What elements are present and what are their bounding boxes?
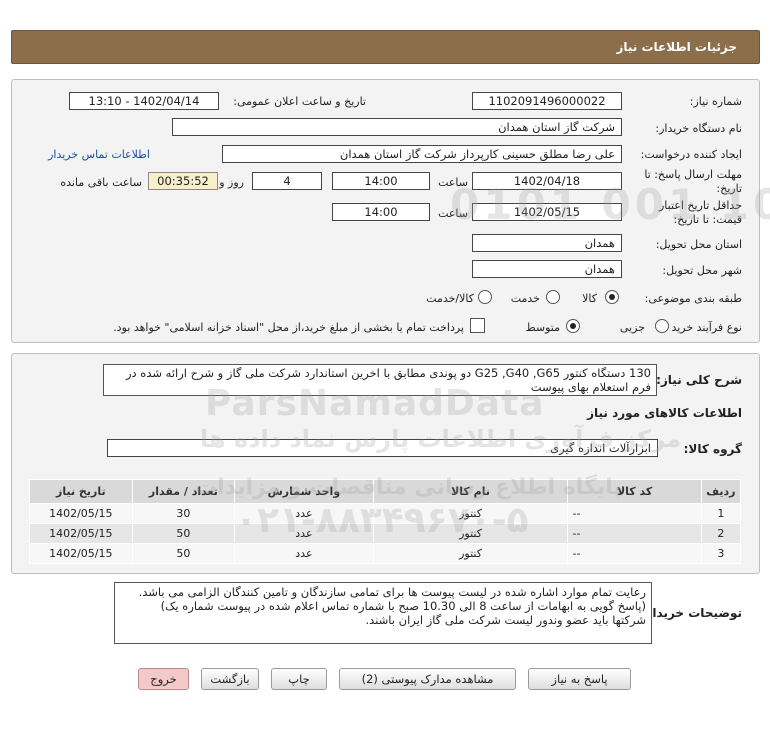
process-label: نوع فرآیند خرید : bbox=[664, 321, 742, 334]
category-label: طبقه بندی موضوعی: bbox=[644, 292, 742, 305]
validity-time-field: 14:00 bbox=[332, 203, 430, 221]
page-title: جزئیات اطلاعات نیاز bbox=[616, 40, 737, 54]
summary-text: 130 دستگاه کنتور G25 ,G40 ,G65 دو پوندی … bbox=[125, 366, 651, 394]
cell-row: 2 bbox=[700, 523, 742, 544]
goods-table-header: ردیف کد کالا نام کالا واحد شمارش تعداد /… bbox=[29, 479, 742, 504]
validity-label-1: حداقل تاریخ اعتبار bbox=[658, 199, 742, 212]
buyer-notes-line2: شرکتها باید عضو وندور لیست شرکت ملی گاز … bbox=[365, 613, 647, 627]
summary-box: 130 دستگاه کنتور G25 ,G40 ,G65 دو پوندی … bbox=[103, 364, 657, 396]
deadline-time-field: 14:00 bbox=[332, 172, 430, 190]
cell-date: 1402/05/15 bbox=[29, 543, 133, 564]
cell-unit: عدد bbox=[234, 503, 374, 524]
cell-name: کنتور bbox=[372, 523, 569, 544]
summary-label: شرح کلی نیاز: bbox=[656, 373, 742, 387]
process-medium-label: متوسط bbox=[525, 321, 560, 334]
city-label: شهر محل تحویل: bbox=[662, 264, 742, 277]
cell-quantity: 50 bbox=[131, 523, 236, 544]
reply-button[interactable]: پاسخ به نیاز bbox=[528, 668, 631, 690]
creator-field: علی رضا مطلق حسینی کارپرداز شرکت گاز است… bbox=[222, 145, 622, 163]
cell-code: -- bbox=[567, 503, 702, 524]
col-name: نام کالا bbox=[372, 479, 569, 504]
page-header: جزئیات اطلاعات نیاز bbox=[11, 30, 760, 64]
cell-date: 1402/05/15 bbox=[29, 503, 133, 524]
buyer-notes-box: رعایت تمام موارد اشاره شده در لیست پیوست… bbox=[114, 582, 652, 644]
table-row: 1 -- کنتور عدد 30 1402/05/15 bbox=[29, 503, 742, 524]
goods-table: ردیف کد کالا نام کالا واحد شمارش تعداد /… bbox=[29, 479, 742, 564]
col-date: تاریخ نیاز bbox=[29, 479, 133, 504]
category-service-label: خدمت bbox=[510, 292, 540, 305]
process-minor-label: جزیی bbox=[619, 321, 645, 334]
buyer-org-label: نام دستگاه خریدار: bbox=[655, 122, 742, 135]
treasury-payment-checkbox[interactable] bbox=[470, 318, 485, 333]
goods-section-title: اطلاعات کالاهای مورد نیاز bbox=[587, 406, 742, 420]
cell-row: 3 bbox=[700, 543, 742, 564]
deadline-date-field: 1402/04/18 bbox=[472, 172, 622, 190]
cell-code: -- bbox=[567, 523, 702, 544]
buyer-notes-line1: رعایت تمام موارد اشاره شده در لیست پیوست… bbox=[138, 585, 646, 613]
col-unit: واحد شمارش bbox=[234, 479, 374, 504]
days-label: روز و bbox=[219, 176, 244, 189]
province-label: استان محل تحویل: bbox=[655, 238, 742, 251]
back-button[interactable]: بازگشت bbox=[201, 668, 259, 690]
cell-quantity: 50 bbox=[131, 543, 236, 564]
days-field: 4 bbox=[252, 172, 322, 190]
cell-unit: عدد bbox=[234, 543, 374, 564]
announce-label: تاریخ و ساعت اعلان عمومی: bbox=[233, 95, 366, 108]
remaining-time-field: 00:35:52 bbox=[148, 172, 218, 190]
table-row: 3 -- کنتور عدد 50 1402/05/15 bbox=[29, 543, 742, 564]
province-field: همدان bbox=[472, 234, 622, 252]
cell-name: کنتور bbox=[372, 543, 569, 564]
exit-button[interactable]: خروج bbox=[138, 668, 189, 690]
validity-date-field: 1402/05/15 bbox=[472, 203, 622, 221]
cell-row: 1 bbox=[700, 503, 742, 524]
print-button[interactable]: چاپ bbox=[271, 668, 327, 690]
cell-name: کنتور bbox=[372, 503, 569, 524]
category-goods-radio[interactable] bbox=[605, 290, 619, 304]
need-number-label: شماره نیاز: bbox=[689, 95, 742, 108]
col-row: ردیف bbox=[700, 479, 742, 504]
treasury-payment-note: پرداخت تمام یا بخشی از مبلغ خرید،از محل … bbox=[113, 321, 464, 334]
cell-date: 1402/05/15 bbox=[29, 523, 133, 544]
deadline-label-2: تاریخ: bbox=[716, 182, 742, 195]
need-number-field: 1102091496000022 bbox=[472, 92, 622, 110]
creator-label: ایجاد کننده درخواست: bbox=[640, 148, 742, 161]
table-row: 2 -- کنتور عدد 50 1402/05/15 bbox=[29, 523, 742, 544]
category-goods-service-label: کالا/خدمت bbox=[426, 292, 474, 305]
cell-unit: عدد bbox=[234, 523, 374, 544]
remaining-label: ساعت باقی مانده bbox=[60, 176, 142, 189]
process-minor-radio[interactable] bbox=[655, 319, 669, 333]
announce-datetime-field: 1402/04/14 - 13:10 bbox=[69, 92, 219, 110]
deadline-label-1: مهلت ارسال پاسخ: تا bbox=[644, 168, 742, 181]
city-field: همدان bbox=[472, 260, 622, 278]
attachments-button[interactable]: مشاهده مدارک پیوستی (2) bbox=[339, 668, 516, 690]
goods-group-label: گروه کالا: bbox=[683, 442, 742, 456]
cell-code: -- bbox=[567, 543, 702, 564]
category-goods-label: کالا bbox=[582, 292, 597, 305]
process-medium-radio[interactable] bbox=[566, 319, 580, 333]
cell-quantity: 30 bbox=[131, 503, 236, 524]
col-code: کد کالا bbox=[567, 479, 702, 504]
deadline-time-label: ساعت bbox=[438, 176, 468, 189]
validity-time-label: ساعت bbox=[438, 207, 468, 220]
buyer-org-field: شرکت گاز استان همدان bbox=[172, 118, 622, 136]
buyer-notes-label: توضیحات خریدار: bbox=[640, 606, 742, 620]
validity-label-2: قیمت: تا تاریخ: bbox=[673, 213, 742, 226]
category-service-radio[interactable] bbox=[546, 290, 560, 304]
goods-group-field: ابزارآلات اندازه گیری bbox=[107, 439, 658, 457]
category-goods-service-radio[interactable] bbox=[478, 290, 492, 304]
buyer-contact-link[interactable]: اطلاعات تماس خریدار bbox=[48, 148, 150, 161]
col-quantity: تعداد / مقدار bbox=[131, 479, 236, 504]
